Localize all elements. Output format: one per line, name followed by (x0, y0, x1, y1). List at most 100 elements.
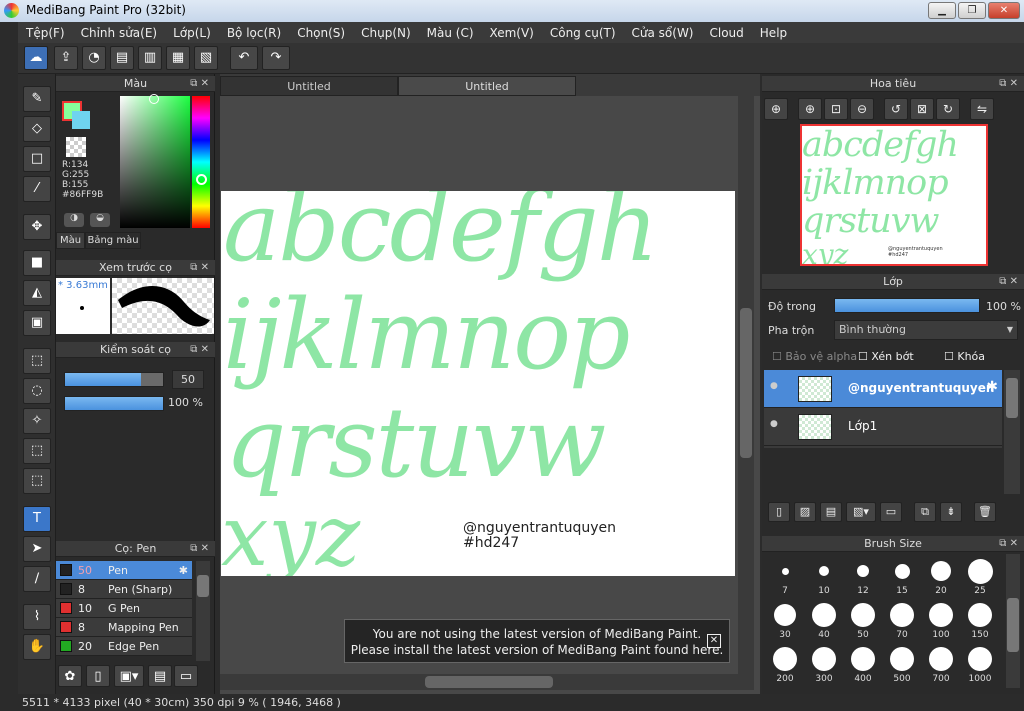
delete-layer-icon[interactable]: 🗑 (974, 502, 996, 522)
menu-item[interactable]: Công cụ(T) (542, 26, 624, 40)
clipping-checkbox[interactable]: ☐ Xén bớt (858, 350, 914, 363)
tab-untitled-2[interactable]: Untitled (398, 76, 576, 96)
add-brush-icon[interactable]: ✿ (58, 665, 82, 687)
brush-item[interactable]: 8 Pen (Sharp) (56, 580, 192, 599)
tab-untitled-1[interactable]: Untitled (220, 76, 398, 96)
menu-item[interactable]: Tệp(F) (18, 26, 73, 40)
brush-item[interactable]: 50 Pen ✱ (56, 561, 192, 580)
notification-close-button[interactable]: ✕ (707, 634, 721, 648)
swap-color-icon[interactable]: ◒ (90, 213, 110, 227)
fit-view-icon[interactable]: ⊡ (824, 98, 848, 120)
tab-palette[interactable]: Bảng màu (85, 232, 141, 249)
brush-size-option[interactable]: 30 (766, 602, 804, 650)
drawing-canvas[interactable]: abcdefgh ijklmnop qrstuvw xyz @nguyentra… (221, 191, 735, 576)
brush-item[interactable]: 8 Mapping Pen (56, 618, 192, 637)
layer-scroll-thumb[interactable] (1006, 378, 1018, 418)
redo-button[interactable]: ↷ (262, 46, 290, 70)
brush-size-option[interactable]: 400 (844, 646, 882, 694)
eyedropper-tool-icon[interactable]: ⌇ (23, 604, 51, 630)
saturation-picker[interactable] (120, 96, 190, 228)
document-icon[interactable]: ▥ (138, 46, 162, 70)
brush-size-option[interactable]: 25 (961, 558, 999, 606)
layer-opacity-slider[interactable] (834, 298, 980, 313)
new-layer-copy-icon[interactable]: ▨ (794, 502, 816, 522)
brush-size-option[interactable]: 700 (922, 646, 960, 694)
brush-size-option[interactable]: 100 (922, 602, 960, 650)
brush-size-option[interactable]: 1000 (961, 646, 999, 694)
zoom-in-2-icon[interactable]: ⊕ (798, 98, 822, 120)
panel-controls-icon[interactable]: ⧉ ✕ (190, 260, 209, 276)
menu-item[interactable]: Help (752, 26, 795, 40)
folder-icon[interactable]: ▭ (880, 502, 902, 522)
brush-size-option[interactable]: 150 (961, 602, 999, 650)
layer-scrollbar[interactable] (1004, 370, 1020, 494)
chat-icon[interactable]: ▤ (110, 46, 134, 70)
select-tool-icon[interactable]: ⬚ (23, 348, 51, 374)
new-layer-menu-icon[interactable]: ▧▾ (846, 502, 876, 522)
share-icon[interactable]: ⇪ (54, 46, 78, 70)
close-button[interactable]: ✕ (988, 2, 1020, 19)
size-scrollbar[interactable] (1006, 554, 1020, 688)
gradient-tool-icon[interactable]: ▣ (23, 310, 51, 336)
brush-folder-icon[interactable]: ▭ (174, 665, 198, 687)
menu-item[interactable]: Chọn(S) (289, 26, 353, 40)
color-mode-icon[interactable]: ◑ (64, 213, 84, 227)
layout-icon[interactable]: ▧ (194, 46, 218, 70)
brush-size-option[interactable]: 40 (805, 602, 843, 650)
brush-size-option[interactable]: 20 (922, 558, 960, 606)
update-notification[interactable]: You are not using the latest version of … (344, 619, 730, 663)
grid-icon[interactable]: ▦ (166, 46, 190, 70)
tab-color[interactable]: Màu (56, 232, 85, 249)
new-brush-icon[interactable]: ▯ (86, 665, 110, 687)
brush-opacity-slider[interactable] (64, 396, 164, 411)
zoom-out-icon[interactable]: ⊖ (850, 98, 874, 120)
eraser-tool-icon[interactable]: ◇ (23, 116, 51, 142)
protect-alpha-checkbox[interactable]: ☐ Bảo vệ alpha (772, 350, 857, 363)
duplicate-layer-icon[interactable]: ⧉ (914, 502, 936, 522)
rect-tool-icon[interactable]: □ (23, 146, 51, 172)
gear-icon[interactable]: ✱ (986, 379, 998, 395)
brush-item[interactable]: 10 G Pen (56, 599, 192, 618)
undo-button[interactable]: ↶ (230, 46, 258, 70)
panel-controls-icon[interactable]: ⧉ ✕ (190, 541, 209, 557)
eye-icon[interactable]: ● (770, 381, 778, 391)
brush-size-option[interactable]: 12 (844, 558, 882, 606)
reset-view-icon[interactable]: ⊠ (910, 98, 934, 120)
hue-slider[interactable] (192, 96, 210, 228)
layer-row[interactable]: ● @nguyentrantuquyen ✱ (764, 370, 1002, 408)
new-layer-1bit-icon[interactable]: ▤ (820, 502, 842, 522)
size-scroll-thumb[interactable] (1007, 598, 1019, 652)
hue-cursor[interactable] (196, 174, 207, 185)
select-eraser-tool-icon[interactable]: ⬚ (23, 468, 51, 494)
panel-controls-icon[interactable]: ⧉ ✕ (999, 536, 1018, 552)
brush-list-scrollbar[interactable] (196, 561, 210, 661)
menu-item[interactable]: Màu (C) (419, 26, 482, 40)
minimize-button[interactable]: ▁ (928, 2, 956, 19)
select-pen-tool-icon[interactable]: ⬚ (23, 438, 51, 464)
blend-mode-select[interactable]: Bình thường ▼ (834, 320, 1018, 340)
text-tool-icon[interactable]: T (23, 506, 51, 532)
brush-size-option[interactable]: 70 (883, 602, 921, 650)
brush-size-option[interactable]: 15 (883, 558, 921, 606)
panel-controls-icon[interactable]: ⧉ ✕ (999, 76, 1018, 92)
magic-wand-tool-icon[interactable]: ✧ (23, 408, 51, 434)
brush-tool-icon[interactable]: ✎ (23, 86, 51, 112)
bg-color-swatch[interactable] (72, 111, 90, 129)
navigator-thumbnail[interactable]: abcdefgh ijklmnop qrstuvw xyz @nguyentrant… (800, 124, 988, 266)
cloud-icon[interactable]: ☁ (24, 46, 48, 70)
horizontal-scrollbar[interactable] (220, 674, 754, 690)
bucket-tool-icon[interactable]: ◭ (23, 280, 51, 306)
picker-cursor[interactable] (149, 94, 159, 104)
lock-checkbox[interactable]: ☐ Khóa (944, 350, 985, 363)
brush-menu-icon[interactable]: ▣▾ (114, 665, 144, 687)
brush-settings-icon[interactable]: ▤ (148, 665, 172, 687)
comment-icon[interactable]: ◔ (82, 46, 106, 70)
hand-tool-icon[interactable]: ✋ (23, 634, 51, 660)
maximize-button[interactable]: ❐ (958, 2, 986, 19)
layer-row[interactable]: ● Lớp1 (764, 408, 1002, 446)
vertical-scroll-thumb[interactable] (740, 308, 752, 458)
vertical-scrollbar[interactable] (738, 96, 754, 676)
panel-controls-icon[interactable]: ⧉ ✕ (190, 342, 209, 358)
zoom-in-icon[interactable]: ⊕ (764, 98, 788, 120)
brush-size-option[interactable]: 50 (844, 602, 882, 650)
